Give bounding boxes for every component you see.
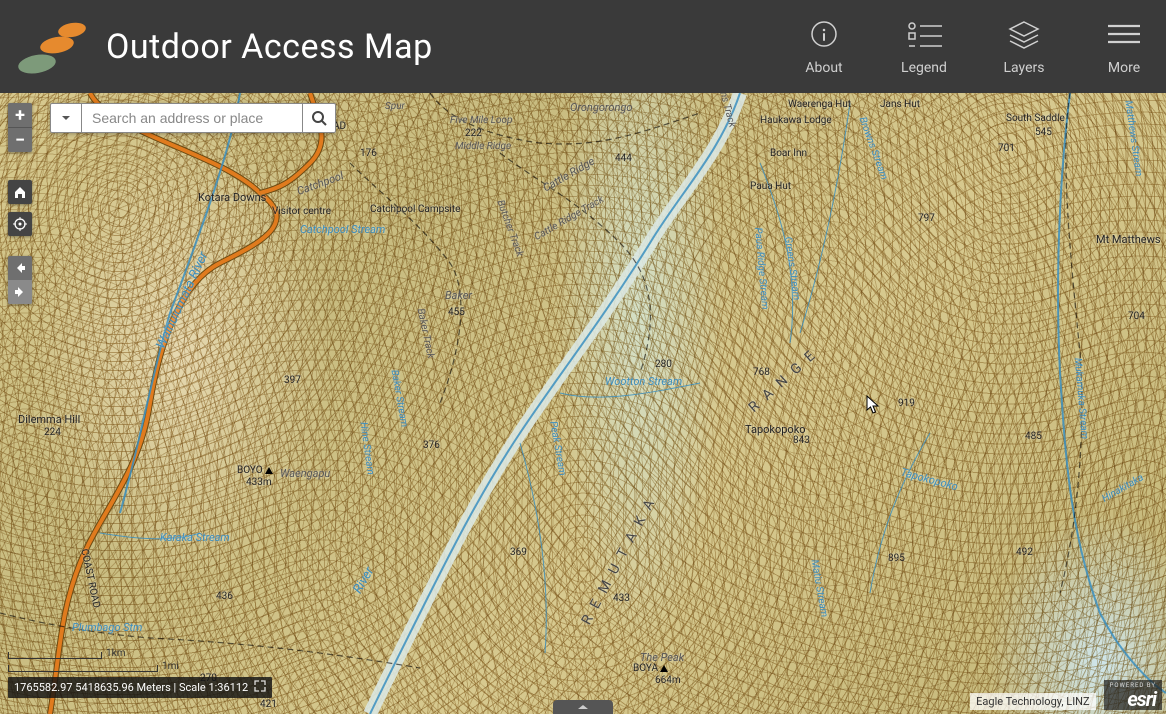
header-tools: About Legend Layers More: [800, 18, 1148, 76]
esri-brand: esri: [1127, 689, 1156, 709]
app-logo: Outdoor Access Map: [18, 19, 433, 75]
scale-km-label: 1km: [106, 648, 125, 659]
zoom-out-button[interactable]: −: [8, 127, 32, 152]
scale-km-bar: [8, 652, 102, 659]
scale-bar: 1km 1mi: [8, 648, 179, 672]
about-label: About: [805, 60, 842, 76]
home-button[interactable]: [8, 180, 32, 204]
search-submit-button[interactable]: [302, 103, 336, 133]
scale-mi-bar: [8, 665, 158, 672]
esri-logo[interactable]: POWERED BY esri: [1104, 680, 1162, 710]
about-button[interactable]: About: [800, 18, 848, 76]
search-source-dropdown[interactable]: [50, 103, 82, 133]
zoom-control: + −: [8, 103, 32, 152]
scale-mi-label: 1mi: [162, 661, 179, 672]
layers-button[interactable]: Layers: [1000, 18, 1048, 76]
layers-label: Layers: [1004, 60, 1045, 76]
search-bar: [50, 103, 336, 133]
coordinate-text: 1765582.97 5418635.96 Meters | Scale 1:3…: [14, 681, 248, 694]
coordinate-readout: 1765582.97 5418635.96 Meters | Scale 1:3…: [8, 677, 272, 698]
attribute-table-handle[interactable]: [553, 700, 613, 714]
hamburger-icon: [1104, 18, 1144, 50]
powered-by-label: POWERED BY: [1110, 683, 1156, 689]
chevron-up-icon: [577, 703, 589, 711]
extent-nav: [8, 256, 32, 304]
target-icon: [13, 217, 27, 231]
legend-label: Legend: [901, 60, 947, 76]
legend-button[interactable]: Legend: [900, 18, 948, 76]
chevron-down-icon: [61, 113, 71, 123]
map-vector-overlay: [0, 93, 1166, 714]
more-label: More: [1108, 60, 1140, 76]
more-button[interactable]: More: [1100, 18, 1148, 76]
arrow-right-icon: [13, 285, 27, 299]
search-input[interactable]: [82, 103, 302, 133]
next-extent-button: [8, 280, 32, 304]
previous-extent-button[interactable]: [8, 256, 32, 280]
map-viewport[interactable]: R E M U T A K A R A N G E Kotara Downs V…: [0, 93, 1166, 714]
home-icon: [13, 185, 27, 199]
search-icon: [311, 110, 327, 126]
locate-button[interactable]: [8, 212, 32, 236]
layers-icon: [1004, 18, 1044, 50]
app-title: Outdoor Access Map: [106, 27, 433, 67]
coordinate-expand-button[interactable]: [254, 680, 266, 695]
arrow-left-icon: [13, 261, 27, 275]
app-header: Outdoor Access Map About Legend Layers M…: [0, 0, 1166, 93]
logo-mark: [18, 19, 88, 75]
map-attribution: Eagle Technology, LINZ POWERED BY esri: [970, 680, 1162, 710]
zoom-in-button[interactable]: +: [8, 103, 32, 127]
attribution-text: Eagle Technology, LINZ: [970, 693, 1095, 710]
legend-icon: [904, 18, 944, 50]
info-icon: [804, 18, 844, 50]
expand-icon: [254, 680, 266, 692]
